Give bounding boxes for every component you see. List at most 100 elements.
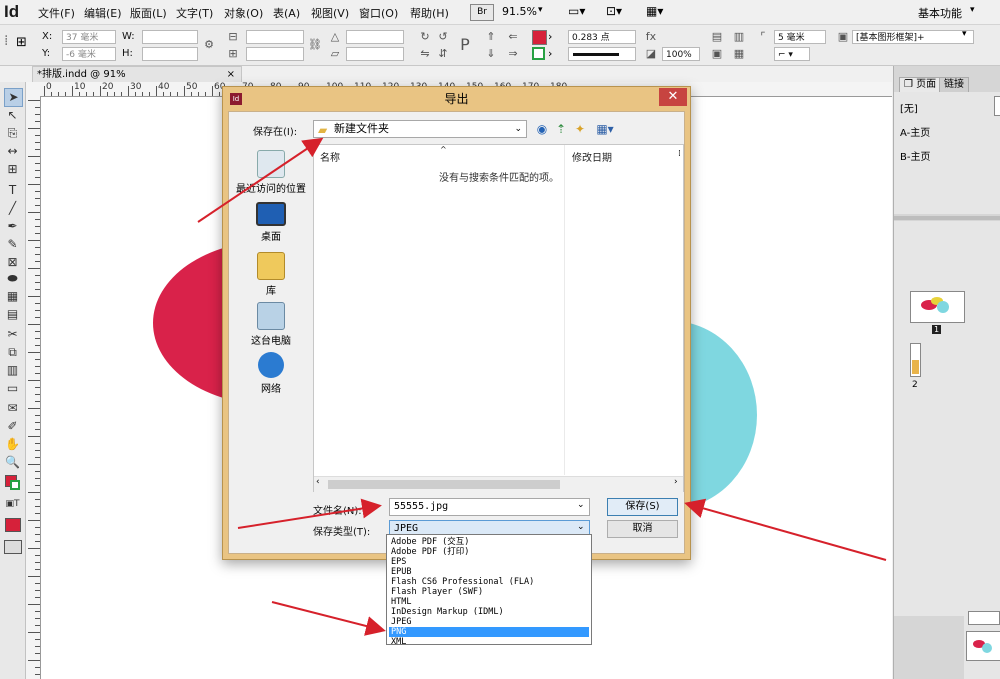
stroke-swatch[interactable] — [532, 47, 545, 60]
workspace-switcher[interactable]: 基本功能 — [918, 5, 962, 21]
place-network[interactable]: 网络 — [235, 352, 307, 395]
up-folder-icon[interactable]: ⇡ — [553, 121, 569, 137]
chevron-down-icon[interactable]: ⌄ — [577, 522, 585, 532]
select-container-icon[interactable]: ⇑ — [484, 30, 498, 44]
master-b[interactable]: B-主页 — [900, 148, 930, 163]
wrap-box-icon[interactable]: ▦ — [732, 47, 746, 61]
formatting-affects-icon[interactable]: ▣T — [4, 496, 21, 513]
filename-input[interactable]: 55555.jpg — [389, 498, 590, 516]
pen-tool-icon[interactable]: ✒ — [4, 218, 21, 235]
option-html[interactable]: HTML — [389, 597, 589, 607]
flip-v-icon[interactable]: ⇵ — [436, 47, 450, 61]
stroke-weight-field[interactable]: 0.283 点 — [568, 30, 636, 44]
select-next-icon[interactable]: ⇒ — [506, 47, 520, 61]
ellipse-tool-icon[interactable]: ⬬ — [4, 270, 21, 287]
corner-shape-select[interactable]: ⌐ ▾ — [774, 47, 810, 61]
stroke-type-select[interactable] — [568, 47, 636, 61]
table-tool-icon[interactable]: ▦ — [4, 288, 21, 305]
arrange-icon[interactable]: ▦▾ — [646, 4, 663, 18]
master-thumb[interactable] — [994, 96, 1000, 116]
option-epub[interactable]: EPUB — [389, 567, 589, 577]
chevron-down-icon[interactable]: ⌄ — [577, 500, 585, 510]
new-folder-icon[interactable]: ✦ — [572, 121, 588, 137]
menu-type[interactable]: 文字(T) — [176, 5, 213, 21]
menu-view[interactable]: 视图(V) — [311, 5, 349, 21]
menu-file[interactable]: 文件(F) — [38, 5, 75, 21]
zoom-tool-icon[interactable]: 🔍 — [4, 454, 21, 471]
chevron-down-icon[interactable]: ▾ — [962, 29, 967, 39]
effects-icon[interactable]: fx — [644, 30, 658, 44]
content-collector-icon[interactable]: ⊞ — [4, 161, 21, 178]
menu-window[interactable]: 窗口(O) — [359, 5, 398, 21]
view-menu-icon[interactable]: ▦▾ — [593, 121, 617, 137]
screen-mode-icon[interactable]: ▭▾ — [568, 4, 585, 18]
eyedropper-tool-icon[interactable]: ✐ — [4, 418, 21, 435]
tab-pages[interactable]: ❐ 页面 — [899, 77, 942, 92]
w-field[interactable] — [142, 30, 198, 44]
wrap-none-icon[interactable]: ▣ — [710, 47, 724, 61]
link-icon[interactable]: ⛓ — [308, 38, 322, 52]
zoom-level[interactable]: 91.5% — [502, 5, 537, 18]
view-options-icon[interactable]: ⊡▾ — [606, 4, 622, 18]
gradient-swatch-tool-icon[interactable]: ▥ — [4, 362, 21, 379]
grid-tool-icon[interactable]: ▤ — [4, 306, 21, 323]
select-prev-icon[interactable]: ⇐ — [506, 30, 520, 44]
text-wrap-icon[interactable]: ▤ — [710, 30, 724, 44]
document-tab[interactable]: *排版.indd @ 91% × — [32, 66, 242, 82]
page-1-thumbnail[interactable] — [910, 291, 965, 323]
p-icon[interactable]: P — [458, 37, 472, 53]
selection-tool-icon[interactable]: ➤ — [4, 88, 23, 107]
align-icon[interactable]: ▥ — [732, 30, 746, 44]
reference-point-icon[interactable]: ⊞ — [16, 35, 27, 50]
scroll-thumb[interactable] — [328, 480, 560, 489]
scale-x-field[interactable] — [246, 30, 304, 44]
apply-color-icon[interactable] — [5, 518, 21, 532]
fill-swatch[interactable] — [532, 30, 547, 45]
place-recent[interactable]: 最近访问的位置 — [235, 150, 307, 195]
close-button[interactable]: ✕ — [659, 88, 687, 106]
place-this-pc[interactable]: 这台电脑 — [235, 302, 307, 347]
stroke-color-swatch[interactable] — [10, 480, 20, 490]
master-a[interactable]: A-主页 — [900, 124, 930, 139]
corner-size-field[interactable]: 5 毫米 — [774, 30, 826, 44]
direct-selection-tool-icon[interactable]: ↖ — [4, 107, 21, 124]
option-fla[interactable]: Flash CS6 Professional (FLA) — [389, 577, 589, 587]
rotate-field[interactable] — [346, 30, 404, 44]
select-content-icon[interactable]: ⇓ — [484, 47, 498, 61]
tab-links[interactable]: 链接 — [939, 77, 969, 92]
type-tool-icon[interactable]: T — [4, 182, 21, 199]
gap-tool-icon[interactable]: ↔ — [4, 143, 21, 160]
option-eps[interactable]: EPS — [389, 557, 589, 567]
chevron-right-icon[interactable]: › — [548, 47, 552, 60]
screen-mode-icon[interactable] — [4, 540, 22, 554]
option-idml[interactable]: InDesign Markup (IDML) — [389, 607, 589, 617]
save-button[interactable]: 保存(S) — [607, 498, 678, 516]
menu-edit[interactable]: 编辑(E) — [84, 5, 122, 21]
hand-tool-icon[interactable]: ✋ — [4, 436, 21, 453]
scale-y-field[interactable] — [246, 47, 304, 61]
rectangle-frame-tool-icon[interactable]: ⊠ — [4, 254, 21, 271]
horizontal-scrollbar[interactable]: ‹ › — [314, 476, 683, 492]
opacity-field[interactable]: 100% — [662, 47, 700, 61]
menu-layout[interactable]: 版面(L) — [130, 5, 167, 21]
chevron-right-icon[interactable]: › — [548, 30, 552, 43]
option-xml[interactable]: XML — [389, 637, 589, 647]
back-icon[interactable]: ◉ — [534, 121, 550, 137]
place-libraries[interactable]: 库 — [235, 252, 307, 297]
chevron-down-icon[interactable]: ▾ — [538, 5, 543, 15]
page-tool-icon[interactable]: ⎘ — [4, 125, 21, 142]
line-tool-icon[interactable]: ╱ — [4, 200, 21, 217]
shear-field[interactable] — [346, 47, 404, 61]
bridge-button[interactable]: Br — [470, 4, 494, 21]
save-in-select[interactable]: ▰ 新建文件夹 ⌄ — [313, 120, 527, 138]
rotate-ccw-icon[interactable]: ↺ — [436, 30, 450, 44]
more-icon[interactable]: ⁞ — [678, 149, 681, 159]
menu-help[interactable]: 帮助(H) — [410, 5, 449, 21]
constrain-proportions-icon[interactable]: ⚙ — [202, 38, 216, 52]
option-png[interactable]: PNG — [389, 627, 589, 637]
gradient-feather-tool-icon[interactable]: ▭ — [4, 380, 21, 397]
free-transform-tool-icon[interactable]: ⧉ — [4, 344, 21, 361]
scroll-left-icon[interactable]: ‹ — [316, 477, 320, 487]
panel-divider[interactable] — [894, 216, 1000, 220]
flip-h-icon[interactable]: ⇋ — [418, 47, 432, 61]
